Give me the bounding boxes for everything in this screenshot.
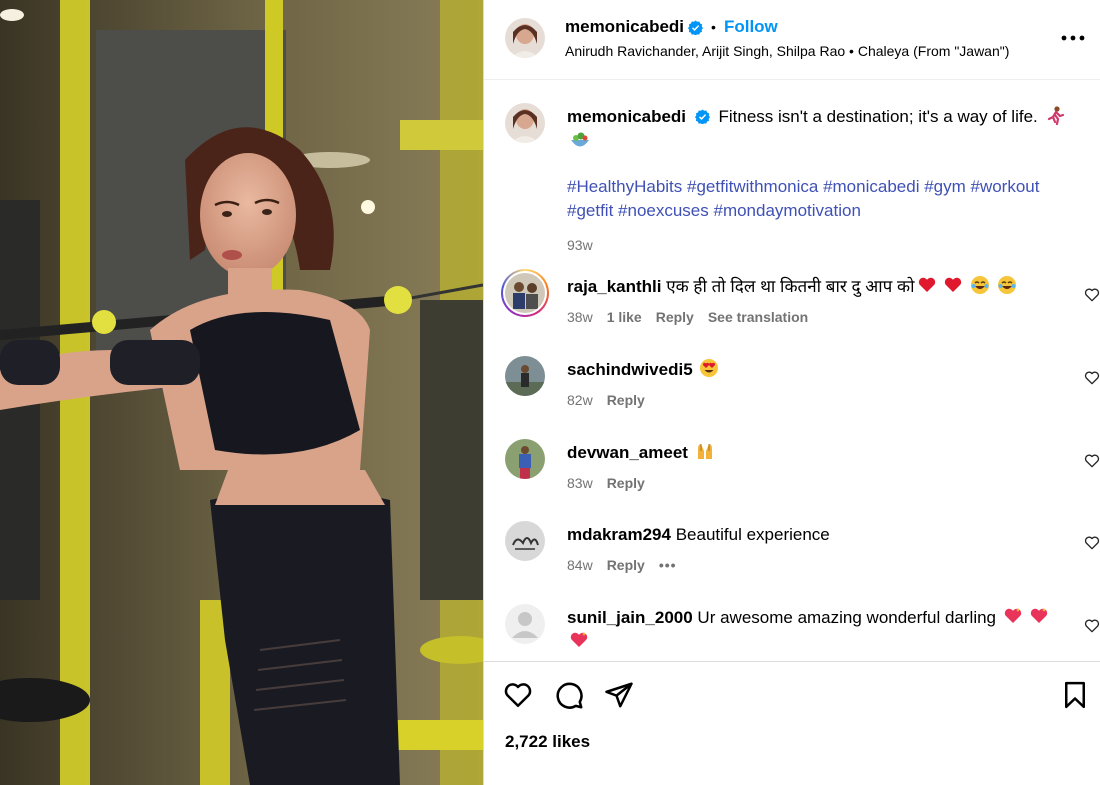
raised-hands-emoji-icon: [697, 444, 712, 459]
comments-scroll-area[interactable]: memonicabedi Fitness isn't a destination…: [484, 81, 1100, 661]
sparkling-heart-emoji-icon: [570, 632, 588, 647]
audio-track-label[interactable]: Anirudh Ravichander, Arijit Singh, Shilp…: [565, 43, 1009, 59]
more-options-icon: [1061, 35, 1085, 41]
comment-meta: 83w Reply: [567, 475, 645, 491]
comment-meta: 38w 1 like Reply See translation: [567, 309, 808, 325]
comment-like-count[interactable]: 1 like: [607, 309, 642, 325]
heart-outline-icon[interactable]: [1084, 535, 1100, 551]
commenter-avatar[interactable]: [505, 521, 545, 561]
default-avatar-icon: [505, 604, 545, 644]
sparkling-heart-emoji-icon: [1004, 608, 1021, 623]
header-separator: •: [711, 19, 716, 35]
see-translation-button[interactable]: See translation: [708, 309, 808, 325]
paper-plane-icon[interactable]: [604, 680, 634, 710]
tears-of-joy-emoji-icon: [997, 276, 1016, 294]
caption-avatar[interactable]: [505, 103, 545, 143]
comment-username[interactable]: sachindwivedi5: [567, 360, 693, 379]
caption-text: Fitness isn't a destination; it's a way …: [718, 107, 1038, 126]
comment-timestamp: 82w: [567, 392, 593, 408]
avatar-photo-icon: [505, 521, 545, 561]
comment-text: Beautiful experience: [675, 525, 830, 544]
heart-outline-icon[interactable]: [1084, 370, 1100, 386]
avatar-photo-icon: [505, 439, 545, 479]
hashtag-links[interactable]: #HealthyHabits #getfitwithmonica #monica…: [567, 177, 1039, 220]
caption-timestamp: 93w: [567, 237, 593, 253]
reply-button[interactable]: Reply: [607, 557, 645, 573]
comment-timestamp: 84w: [567, 557, 593, 573]
avatar-photo-icon: [505, 273, 545, 313]
reply-button[interactable]: Reply: [656, 309, 694, 325]
reply-button[interactable]: Reply: [607, 475, 645, 491]
post-actions-bar: 2,722 likes: [484, 661, 1100, 785]
comment-meta: 82w Reply: [567, 392, 645, 408]
salad-emoji-icon: [571, 132, 589, 147]
tears-of-joy-emoji-icon: [970, 276, 989, 294]
comment-timestamp: 38w: [567, 309, 593, 325]
author-username[interactable]: memonicabedi: [565, 17, 684, 37]
comment-text: Ur awesome amazing wonderful darling: [697, 608, 997, 627]
heart-outline-icon[interactable]: [1084, 287, 1100, 303]
comment-bubble-icon[interactable]: [554, 680, 584, 710]
commenter-avatar[interactable]: [505, 604, 545, 644]
author-avatar[interactable]: [505, 18, 545, 58]
red-heart-emoji-icon: [918, 277, 935, 292]
likes-count[interactable]: 2,722 likes: [505, 732, 590, 752]
post-media-image[interactable]: [0, 0, 483, 785]
commenter-avatar[interactable]: [505, 439, 545, 479]
reply-button[interactable]: Reply: [607, 392, 645, 408]
heart-outline-icon[interactable]: [503, 680, 533, 710]
more-options-button[interactable]: [1058, 26, 1088, 50]
running-emoji-icon: [1047, 106, 1064, 125]
comment-username[interactable]: sunil_jain_2000: [567, 608, 693, 627]
commenter-avatar[interactable]: [505, 273, 545, 313]
comment-username[interactable]: devwan_ameet: [567, 443, 688, 462]
story-ring[interactable]: [501, 269, 549, 317]
commenter-avatar[interactable]: [505, 356, 545, 396]
comment-username[interactable]: mdakram294: [567, 525, 671, 544]
heart-outline-icon[interactable]: [1084, 618, 1100, 634]
avatar-photo-icon: [505, 103, 545, 143]
heart-eyes-emoji-icon: [700, 359, 719, 377]
avatar-photo-icon: [505, 356, 545, 396]
bookmark-icon[interactable]: [1060, 680, 1090, 710]
caption-username[interactable]: memonicabedi: [567, 107, 686, 126]
heart-outline-icon[interactable]: [1084, 453, 1100, 469]
verified-badge-icon: [694, 109, 710, 124]
comment-meta: 84w Reply •••: [567, 557, 677, 573]
sparkling-heart-emoji-icon: [1031, 608, 1048, 623]
comment-text: एक ही तो दिल था कितनी बार दु आप को: [666, 277, 915, 296]
avatar-photo-icon: [505, 18, 545, 58]
gym-workout-photo: [0, 0, 483, 785]
post-details-panel: memonicabedi • Follow Anirudh Ravichande…: [483, 0, 1100, 785]
post-header: memonicabedi • Follow Anirudh Ravichande…: [484, 0, 1100, 80]
follow-button[interactable]: Follow: [724, 17, 778, 37]
comment-username[interactable]: raja_kanthli: [567, 277, 662, 296]
caption-hashtags[interactable]: #HealthyHabits #getfitwithmonica #monica…: [567, 175, 1077, 223]
red-heart-emoji-icon: [945, 277, 962, 292]
comment-timestamp: 83w: [567, 475, 593, 491]
comment-more-options-button[interactable]: •••: [659, 557, 677, 573]
verified-badge-icon: [688, 19, 704, 35]
